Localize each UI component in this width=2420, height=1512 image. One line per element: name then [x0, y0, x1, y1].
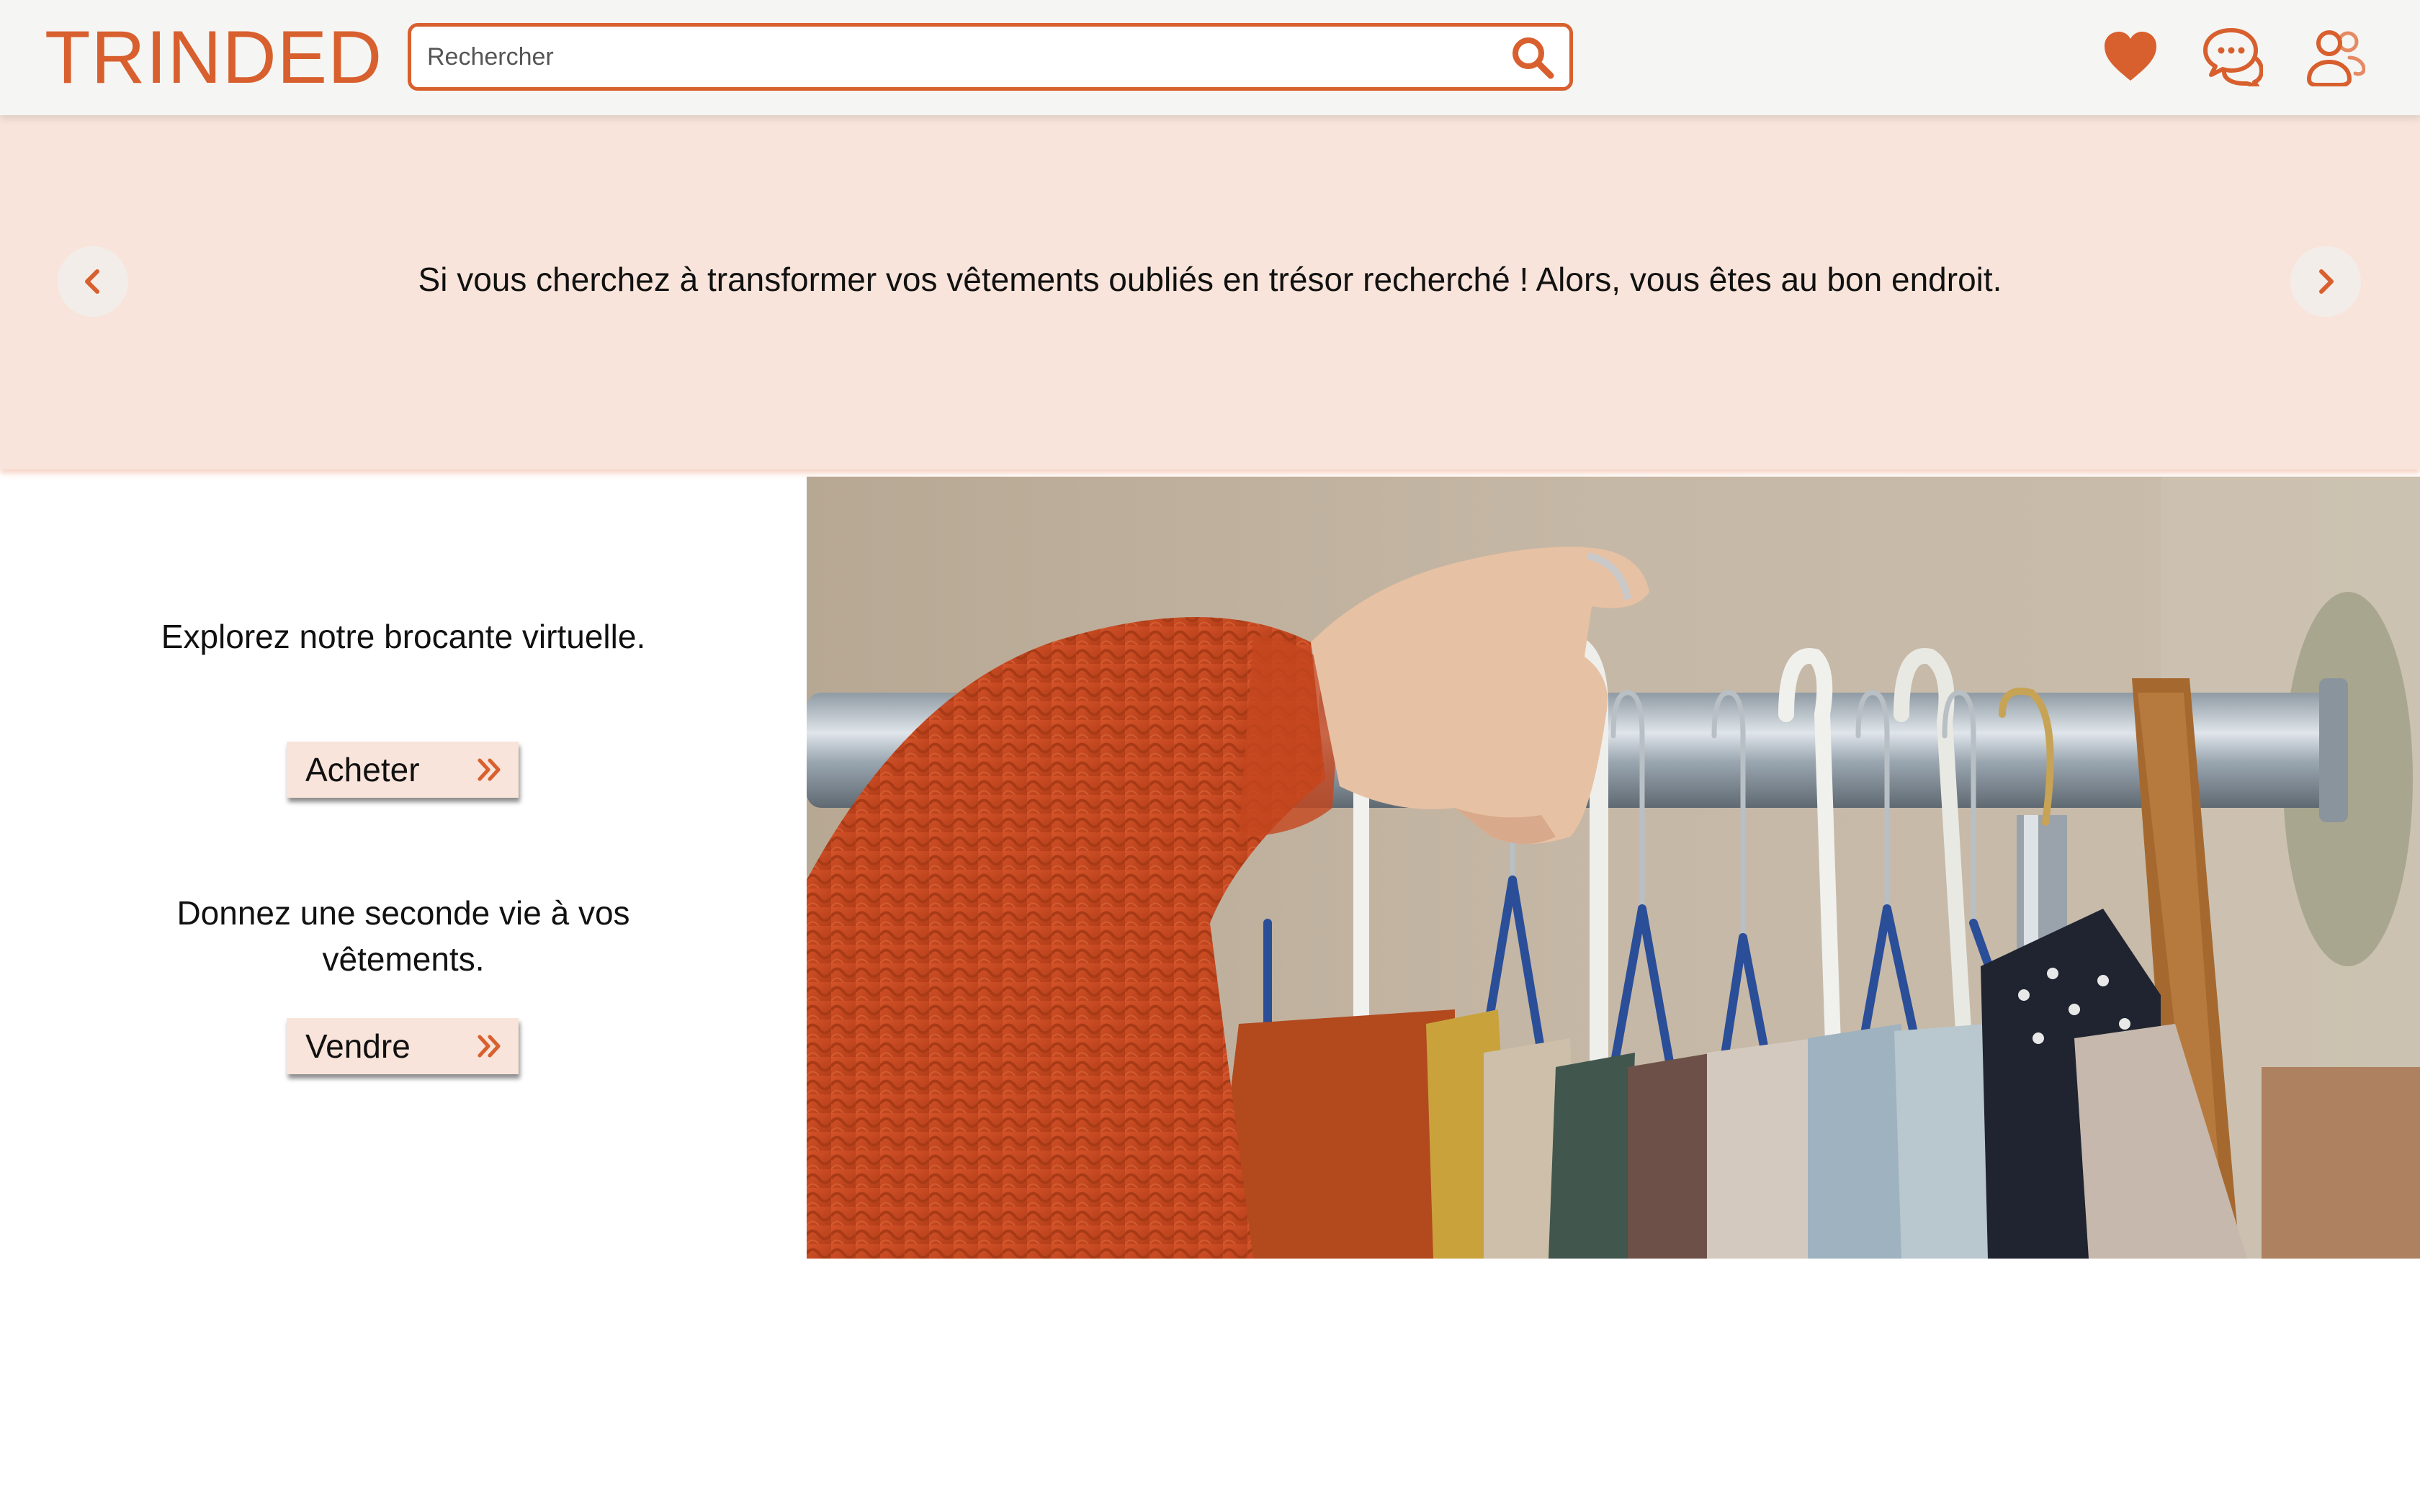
- search-input[interactable]: [426, 27, 1463, 87]
- sell-description: Donnez une seconde vie à vos vêtements.: [176, 894, 630, 978]
- hero-photo-clothing-rack: [807, 477, 2420, 1259]
- chat-icon: [2203, 28, 2264, 89]
- account-button[interactable]: [2305, 26, 2366, 87]
- site-logo[interactable]: TRINDED: [45, 16, 382, 99]
- search-icon: [1512, 37, 1554, 79]
- heart-icon: [2105, 32, 2156, 81]
- messages-button[interactable]: [2202, 26, 2264, 89]
- chevron-left-icon: [85, 269, 99, 294]
- double-chevron-right-icon: [478, 758, 501, 781]
- cta-panel: Explorez notre brocante virtuelle. Achet…: [0, 477, 807, 1259]
- user-icon: [2307, 30, 2366, 87]
- chevron-right-icon: [2319, 269, 2334, 294]
- sell-button[interactable]: Vendre: [287, 1018, 519, 1074]
- buy-button[interactable]: Acheter: [287, 742, 519, 798]
- clothing-rack-illustration: [807, 477, 2420, 1259]
- carousel-next-button[interactable]: [2290, 246, 2361, 317]
- hero-banner: Si vous cherchez à transformer vos vêtem…: [0, 115, 2420, 469]
- sell-button-label: Vendre: [305, 1027, 411, 1065]
- carousel-prev-button[interactable]: [58, 246, 128, 317]
- top-header: TRINDED: [0, 0, 2420, 115]
- search-bar: [408, 23, 1573, 91]
- favorites-button[interactable]: [2100, 26, 2161, 86]
- double-chevron-right-icon: [478, 1035, 501, 1058]
- search-button[interactable]: [1509, 34, 1556, 81]
- buy-description: Explorez notre brocante virtuelle.: [161, 618, 646, 655]
- banner-message: Si vous cherchez à transformer vos vêtem…: [418, 261, 2002, 298]
- buy-button-label: Acheter: [305, 751, 420, 788]
